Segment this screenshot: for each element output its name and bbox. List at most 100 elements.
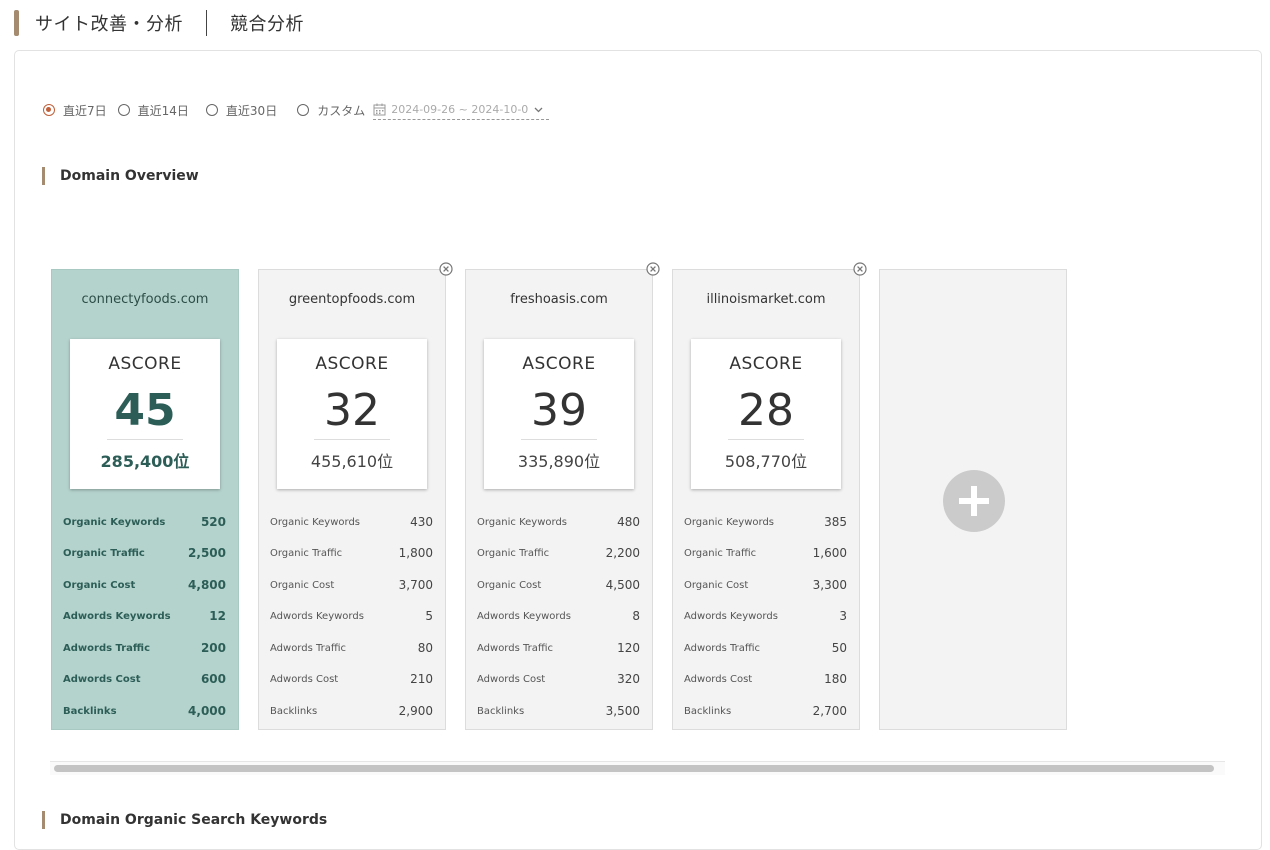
metric-label: Organic Keywords [270,516,360,528]
metric-value: 430 [410,515,433,529]
metric-row: Organic Keywords 430 [270,513,433,531]
metric-value: 3,700 [398,578,433,592]
metric-label: Organic Cost [684,579,749,591]
ascore-box: ASCORE 45 285,400位 [70,339,220,489]
metric-value: 4,500 [605,578,640,592]
section-title-keywords: Domain Organic Search Keywords [42,811,327,829]
metric-label: Organic Cost [477,579,542,591]
metric-label: Adwords Cost [63,673,141,685]
metric-label: Organic Keywords [477,516,567,528]
section-accent-bar [42,811,45,829]
metric-value: 50 [831,641,847,655]
metric-label: Organic Traffic [684,547,757,559]
radio-custom[interactable]: カスタム [297,102,365,119]
metric-row: Adwords Traffic 200 [63,639,226,657]
radio-label: カスタム [317,103,366,118]
radio-indicator[interactable] [117,104,130,116]
metric-value: 2,900 [398,704,433,718]
metric-value: 210 [410,672,433,686]
metric-row: Adwords Cost 210 [270,670,433,688]
metric-row: Backlinks 4,000 [63,702,226,720]
metric-label: Organic Cost [270,579,335,591]
add-domain-card[interactable] [879,269,1067,730]
metric-row: Adwords Keywords 12 [63,607,226,625]
metric-value: 3,300 [812,578,847,592]
metric-row: Backlinks 2,700 [684,702,847,720]
ascore-value: 39 [531,385,587,436]
metric-label: Adwords Keywords [477,610,571,622]
domain-name: illinoismarket.com [706,292,826,307]
domain-name: greentopfoods.com [288,292,416,307]
metric-label: Organic Traffic [477,547,550,559]
ascore-label: ASCORE [522,354,596,374]
metric-label: Backlinks [477,705,525,717]
radio-14days[interactable]: 直近14日 [117,102,189,119]
ascore-box: ASCORE 32 455,610位 [277,339,427,489]
metric-label: Backlinks [63,705,117,717]
metric-label: Backlinks [270,705,318,717]
date-range-value: 2024-09-26 ~ 2024-10-0 [391,103,529,116]
metric-value: 3,500 [605,704,640,718]
metric-value: 520 [200,515,226,529]
metric-label: Adwords Keywords [63,610,171,622]
metric-label: Adwords Cost [270,673,339,685]
metric-label: Adwords Traffic [270,642,347,654]
ascore-box: ASCORE 28 508,770位 [691,339,841,489]
metric-label: Organic Traffic [270,547,343,559]
domain-name: connectyfoods.com [81,292,209,307]
metric-row: Adwords Keywords 8 [477,607,640,625]
period-selector: 直近7日 直近14日 直近30日 カスタム 2024-09-26 ~ 2024-… [43,100,550,120]
horizontal-scrollbar[interactable] [50,761,1225,775]
rank-value: 285,400位 [100,452,190,471]
metric-row: Organic Keywords 385 [684,513,847,531]
metric-row: Organic Traffic 1,800 [270,544,433,562]
metric-value: 200 [200,641,226,655]
domain-card-competitor: greentopfoods.com ASCORE 32 455,610位 Org… [258,262,453,730]
metric-row: Adwords Cost 600 [63,670,226,688]
plus-circle-icon[interactable] [942,469,1006,533]
radio-indicator[interactable] [43,104,55,116]
metric-row: Adwords Keywords 3 [684,607,847,625]
metric-label: Organic Cost [63,579,136,591]
ascore-divider [728,439,804,440]
close-circle-icon[interactable] [646,262,660,276]
domain-card-competitor: illinoismarket.com ASCORE 28 508,770位 Or… [672,262,867,730]
metric-value: 80 [417,641,433,655]
metric-label: Backlinks [684,705,732,717]
radio-label: 直近14日 [137,103,189,118]
metric-label: Organic Keywords [684,516,774,528]
section-label: Domain Organic Search Keywords [60,812,328,828]
ascore-label: ASCORE [729,354,803,374]
metric-label: Adwords Keywords [270,610,364,622]
header-accent-bar [14,10,19,36]
ascore-divider [521,439,597,440]
calendar-icon [373,103,386,116]
metric-row: Adwords Traffic 80 [270,639,433,657]
ascore-divider [107,439,183,440]
radio-30days[interactable]: 直近30日 [205,102,278,119]
radio-indicator[interactable] [297,104,310,116]
metric-value: 3 [839,609,847,623]
domain-card-competitor: freshoasis.com ASCORE 39 335,890位 Organi… [465,262,660,730]
metric-row: Organic Keywords 520 [63,513,226,531]
metric-value: 1,800 [398,546,433,560]
metric-label: Adwords Traffic [63,642,151,654]
radio-indicator[interactable] [205,104,218,116]
metric-label: Organic Traffic [63,547,145,559]
metric-value: 480 [617,515,640,529]
metric-value: 1,600 [812,546,847,560]
ascore-label: ASCORE [108,354,182,374]
radio-7days[interactable]: 直近7日 [43,102,107,119]
metric-row: Organic Cost 3,300 [684,576,847,594]
metric-value: 180 [824,672,847,686]
close-circle-icon[interactable] [853,262,867,276]
date-range-picker[interactable]: 2024-09-26 ~ 2024-10-0 [373,100,550,120]
rank-value: 335,890位 [517,452,601,471]
page-header: サイト改善・分析 競合分析 [14,9,304,37]
scrollbar-thumb[interactable] [54,765,1214,772]
close-circle-icon[interactable] [439,262,453,276]
ascore-box: ASCORE 39 335,890位 [484,339,634,489]
metric-value: 385 [824,515,847,529]
radio-label: 直近30日 [225,103,278,118]
metric-value: 600 [200,672,226,686]
